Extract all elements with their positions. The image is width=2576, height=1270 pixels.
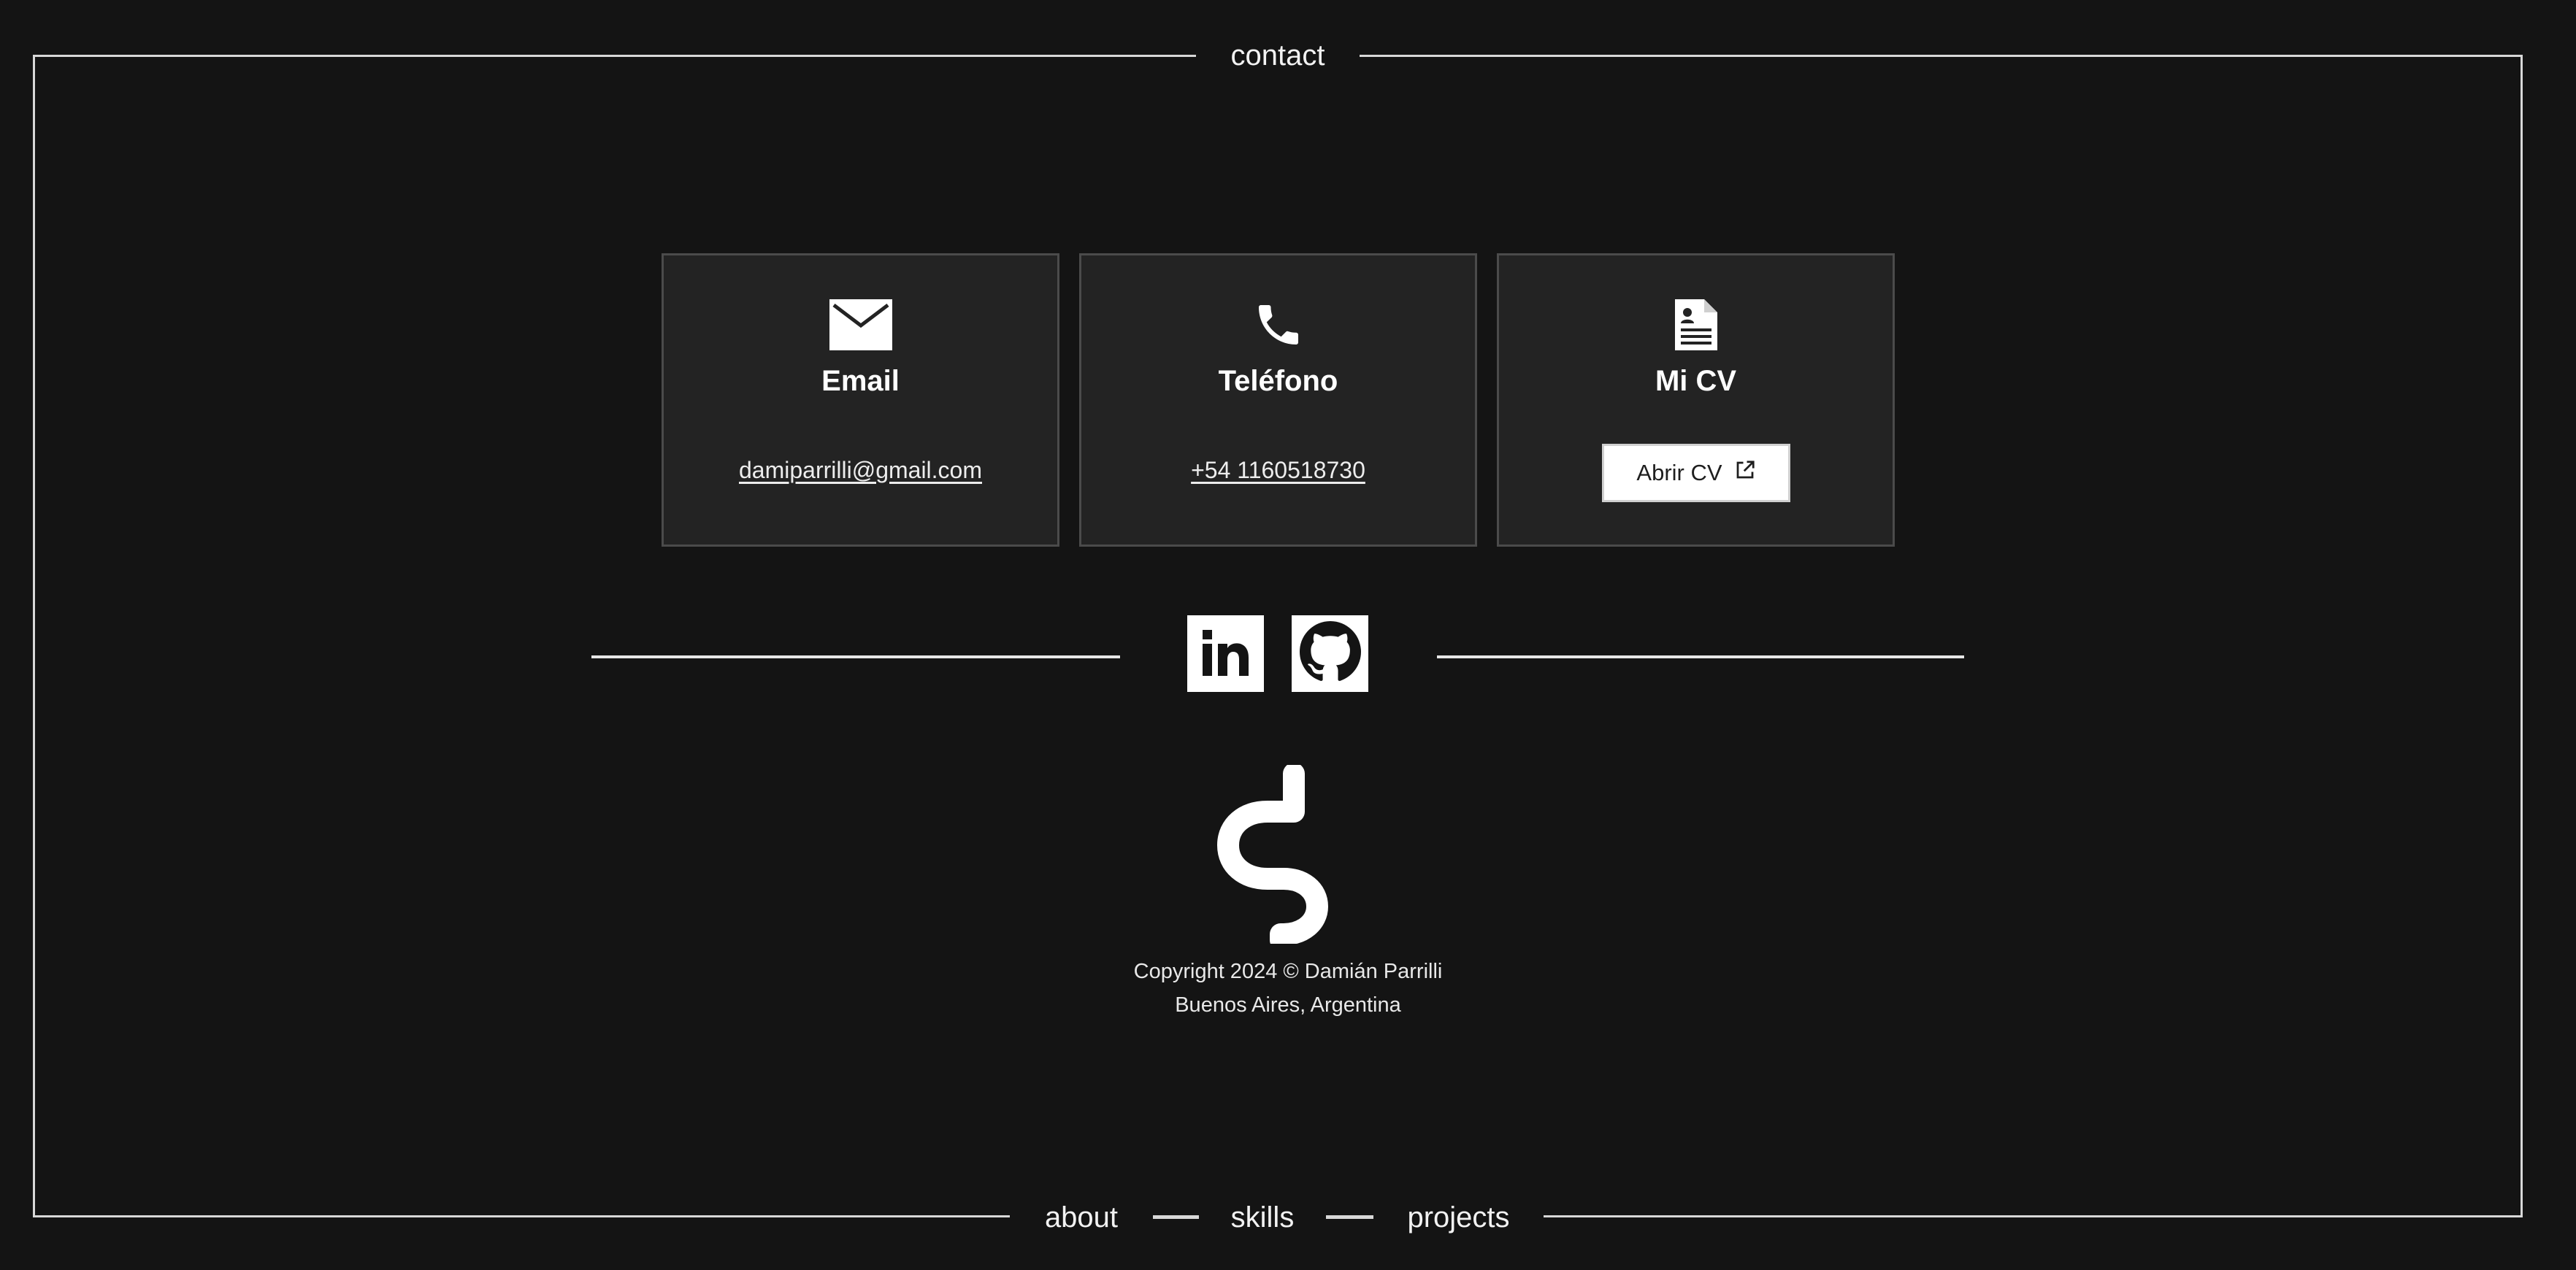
nav-link-contact[interactable]: contact [1196, 35, 1360, 76]
external-link-icon [1734, 459, 1756, 487]
cv-title: Mi CV [1655, 365, 1737, 397]
open-cv-button-label: Abrir CV [1636, 460, 1722, 485]
divider-left [591, 655, 1120, 658]
phone-link[interactable]: +54 1160518730 [1081, 457, 1475, 484]
open-cv-button[interactable]: Abrir CV [1602, 444, 1790, 502]
github-icon [1299, 621, 1361, 686]
contact-section-frame [33, 55, 2523, 1217]
nav-separator [1153, 1217, 1199, 1219]
linkedin-icon [1197, 623, 1255, 685]
github-link[interactable] [1292, 615, 1368, 692]
email-card: Email damiparrilli@gmail.com [662, 253, 1059, 547]
phone-card: Teléfono +54 1160518730 [1079, 253, 1477, 547]
copyright-text: Copyright 2024 © Damián Parrilli [1133, 960, 1443, 983]
phone-icon [1246, 296, 1311, 354]
nav-separator [1326, 1217, 1373, 1219]
nav-link-projects[interactable]: projects [1373, 1196, 1544, 1239]
divider-right [1437, 655, 1964, 658]
email-title: Email [821, 365, 900, 397]
envelope-icon [828, 296, 894, 354]
nav-link-about[interactable]: about [1010, 1196, 1153, 1239]
resume-icon [1663, 296, 1729, 354]
nav-link-skills[interactable]: skills [1199, 1196, 1326, 1239]
location-text: Buenos Aires, Argentina [1175, 993, 1401, 1017]
email-link[interactable]: damiparrilli@gmail.com [664, 457, 1057, 484]
site-logo [1215, 763, 1336, 951]
cv-card: Mi CV Abrir CV [1497, 253, 1895, 547]
linkedin-link[interactable] [1187, 615, 1264, 692]
phone-title: Teléfono [1218, 365, 1338, 397]
